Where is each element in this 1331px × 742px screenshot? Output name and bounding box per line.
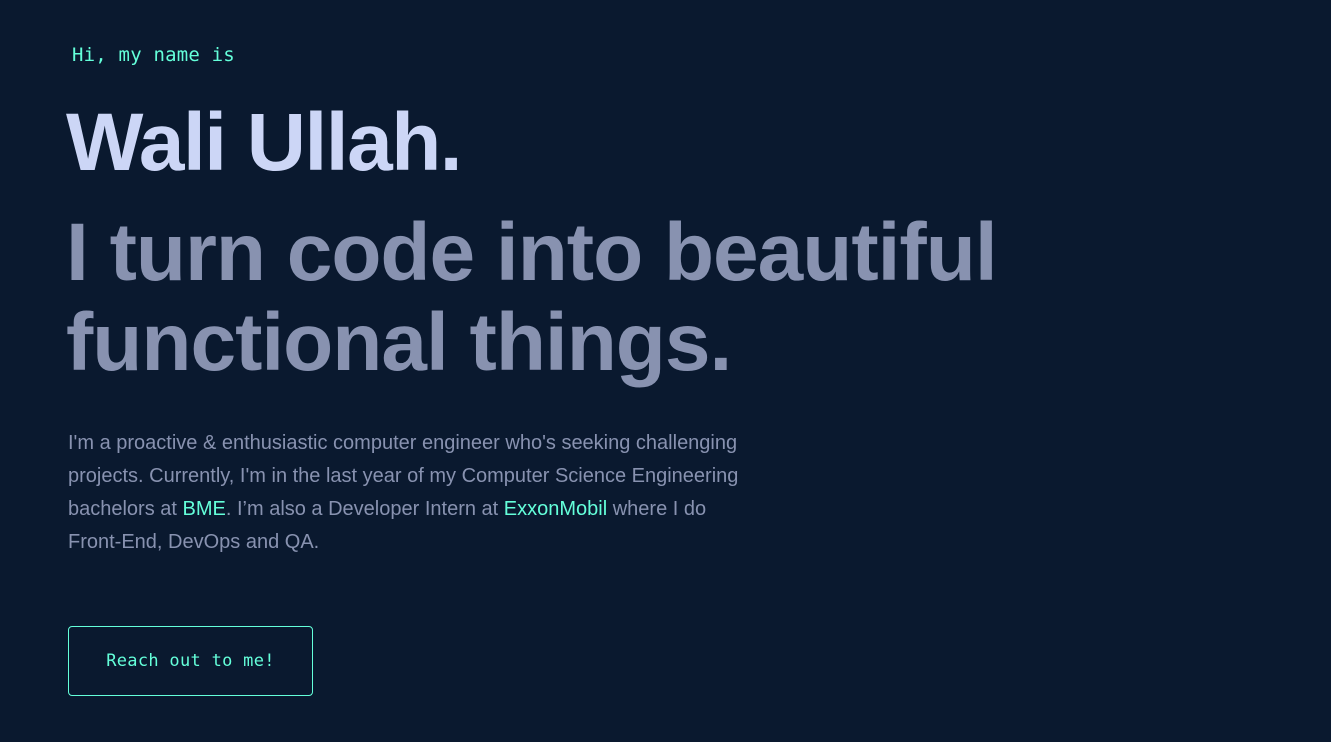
hero-section: Hi, my name is Wali Ullah. I turn code i… — [0, 0, 1331, 742]
bio-text-2: . I’m also a Developer Intern at — [225, 498, 504, 520]
intro-text: Hi, my name is — [72, 44, 235, 66]
reach-out-button[interactable]: Reach out to me! — [68, 626, 313, 696]
tagline-heading: I turn code into beautiful functional th… — [66, 207, 998, 388]
bme-link[interactable]: BME — [183, 498, 226, 520]
name-heading: Wali Ullah. — [66, 97, 463, 188]
exxonmobil-link[interactable]: ExxonMobil — [504, 498, 607, 520]
bio-paragraph: I'm a proactive & enthusiastic computer … — [68, 427, 748, 559]
